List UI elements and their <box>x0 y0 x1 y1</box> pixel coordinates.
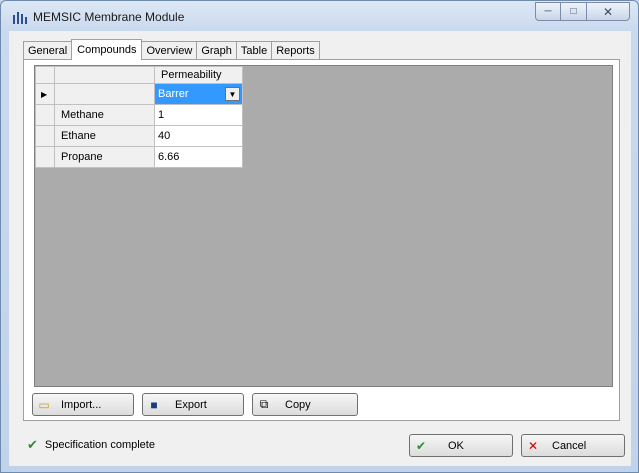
permeability-value[interactable]: 40 <box>154 125 243 147</box>
row-header[interactable] <box>35 146 55 168</box>
tab-overview[interactable]: Overview <box>141 41 198 59</box>
tab-compounds[interactable]: Compounds <box>71 39 143 60</box>
compounds-panel: Permeability ▶ Barrer ▼ Methane 1 Ethane… <box>23 59 620 421</box>
grid-header-row: Permeability <box>35 66 243 84</box>
folder-open-icon: ▭ <box>38 397 50 412</box>
title-bar[interactable]: MEMSIC Membrane Module ─ □ ✕ <box>1 1 638 31</box>
compound-name: Ethane <box>54 125 155 147</box>
minimize-button[interactable]: ─ <box>535 2 561 21</box>
tab-strip: General Compounds Overview Graph Table R… <box>23 39 320 60</box>
dialog-window: MEMSIC Membrane Module ─ □ ✕ General Com… <box>0 0 639 473</box>
name-column-header <box>54 66 155 84</box>
copy-button[interactable]: ⧉ Copy <box>252 393 358 416</box>
import-button[interactable]: ▭ Import... <box>32 393 134 416</box>
close-button[interactable]: ✕ <box>587 2 630 21</box>
permeability-column-header[interactable]: Permeability <box>154 66 243 84</box>
check-icon: ✔ <box>27 437 38 452</box>
row-header[interactable] <box>35 125 55 147</box>
checkmark-icon: ✔ <box>415 438 427 453</box>
client-area: General Compounds Overview Graph Table R… <box>9 31 631 466</box>
close-x-icon: ✕ <box>527 438 539 453</box>
table-row: Propane 6.66 <box>35 146 243 168</box>
permeability-value[interactable]: 1 <box>154 104 243 126</box>
tab-reports[interactable]: Reports <box>271 41 320 59</box>
permeability-grid[interactable]: Permeability ▶ Barrer ▼ Methane 1 Ethane… <box>34 65 613 387</box>
corner-cell <box>35 66 55 84</box>
status-area: ✔ Specification complete <box>27 437 155 453</box>
tab-general[interactable]: General <box>23 41 73 59</box>
units-row-label <box>54 83 155 105</box>
cancel-button[interactable]: ✕ Cancel <box>521 434 625 457</box>
export-label: Export <box>175 398 207 411</box>
window-title: MEMSIC Membrane Module <box>33 10 185 24</box>
status-text: Specification complete <box>44 439 155 451</box>
permeability-value[interactable]: 6.66 <box>154 146 243 168</box>
maximize-button[interactable]: □ <box>561 2 587 21</box>
units-dropdown[interactable]: Barrer ▼ <box>154 83 243 105</box>
row-pointer-icon: ▶ <box>41 90 48 99</box>
ok-label: OK <box>448 439 464 452</box>
caption-buttons: ─ □ ✕ <box>535 2 630 21</box>
save-icon: ■ <box>150 397 158 412</box>
current-row-indicator[interactable]: ▶ <box>35 83 55 105</box>
export-button[interactable]: ■ Export <box>142 393 244 416</box>
tab-table[interactable]: Table <box>235 41 273 59</box>
tab-graph[interactable]: Graph <box>196 41 237 59</box>
import-label: Import... <box>61 398 102 411</box>
copy-label: Copy <box>285 398 311 411</box>
app-icon <box>13 11 27 24</box>
compound-name: Propane <box>54 146 155 168</box>
compound-name: Methane <box>54 104 155 126</box>
table-row: Methane 1 <box>35 104 243 126</box>
row-header[interactable] <box>35 104 55 126</box>
table-row: Ethane 40 <box>35 125 243 147</box>
units-row: ▶ Barrer ▼ <box>35 83 243 105</box>
cancel-label: Cancel <box>552 439 587 452</box>
ok-button[interactable]: ✔ OK <box>409 434 513 457</box>
chevron-down-icon[interactable]: ▼ <box>225 87 240 101</box>
units-dropdown-value: Barrer <box>158 88 189 100</box>
copy-icon: ⧉ <box>259 397 269 411</box>
